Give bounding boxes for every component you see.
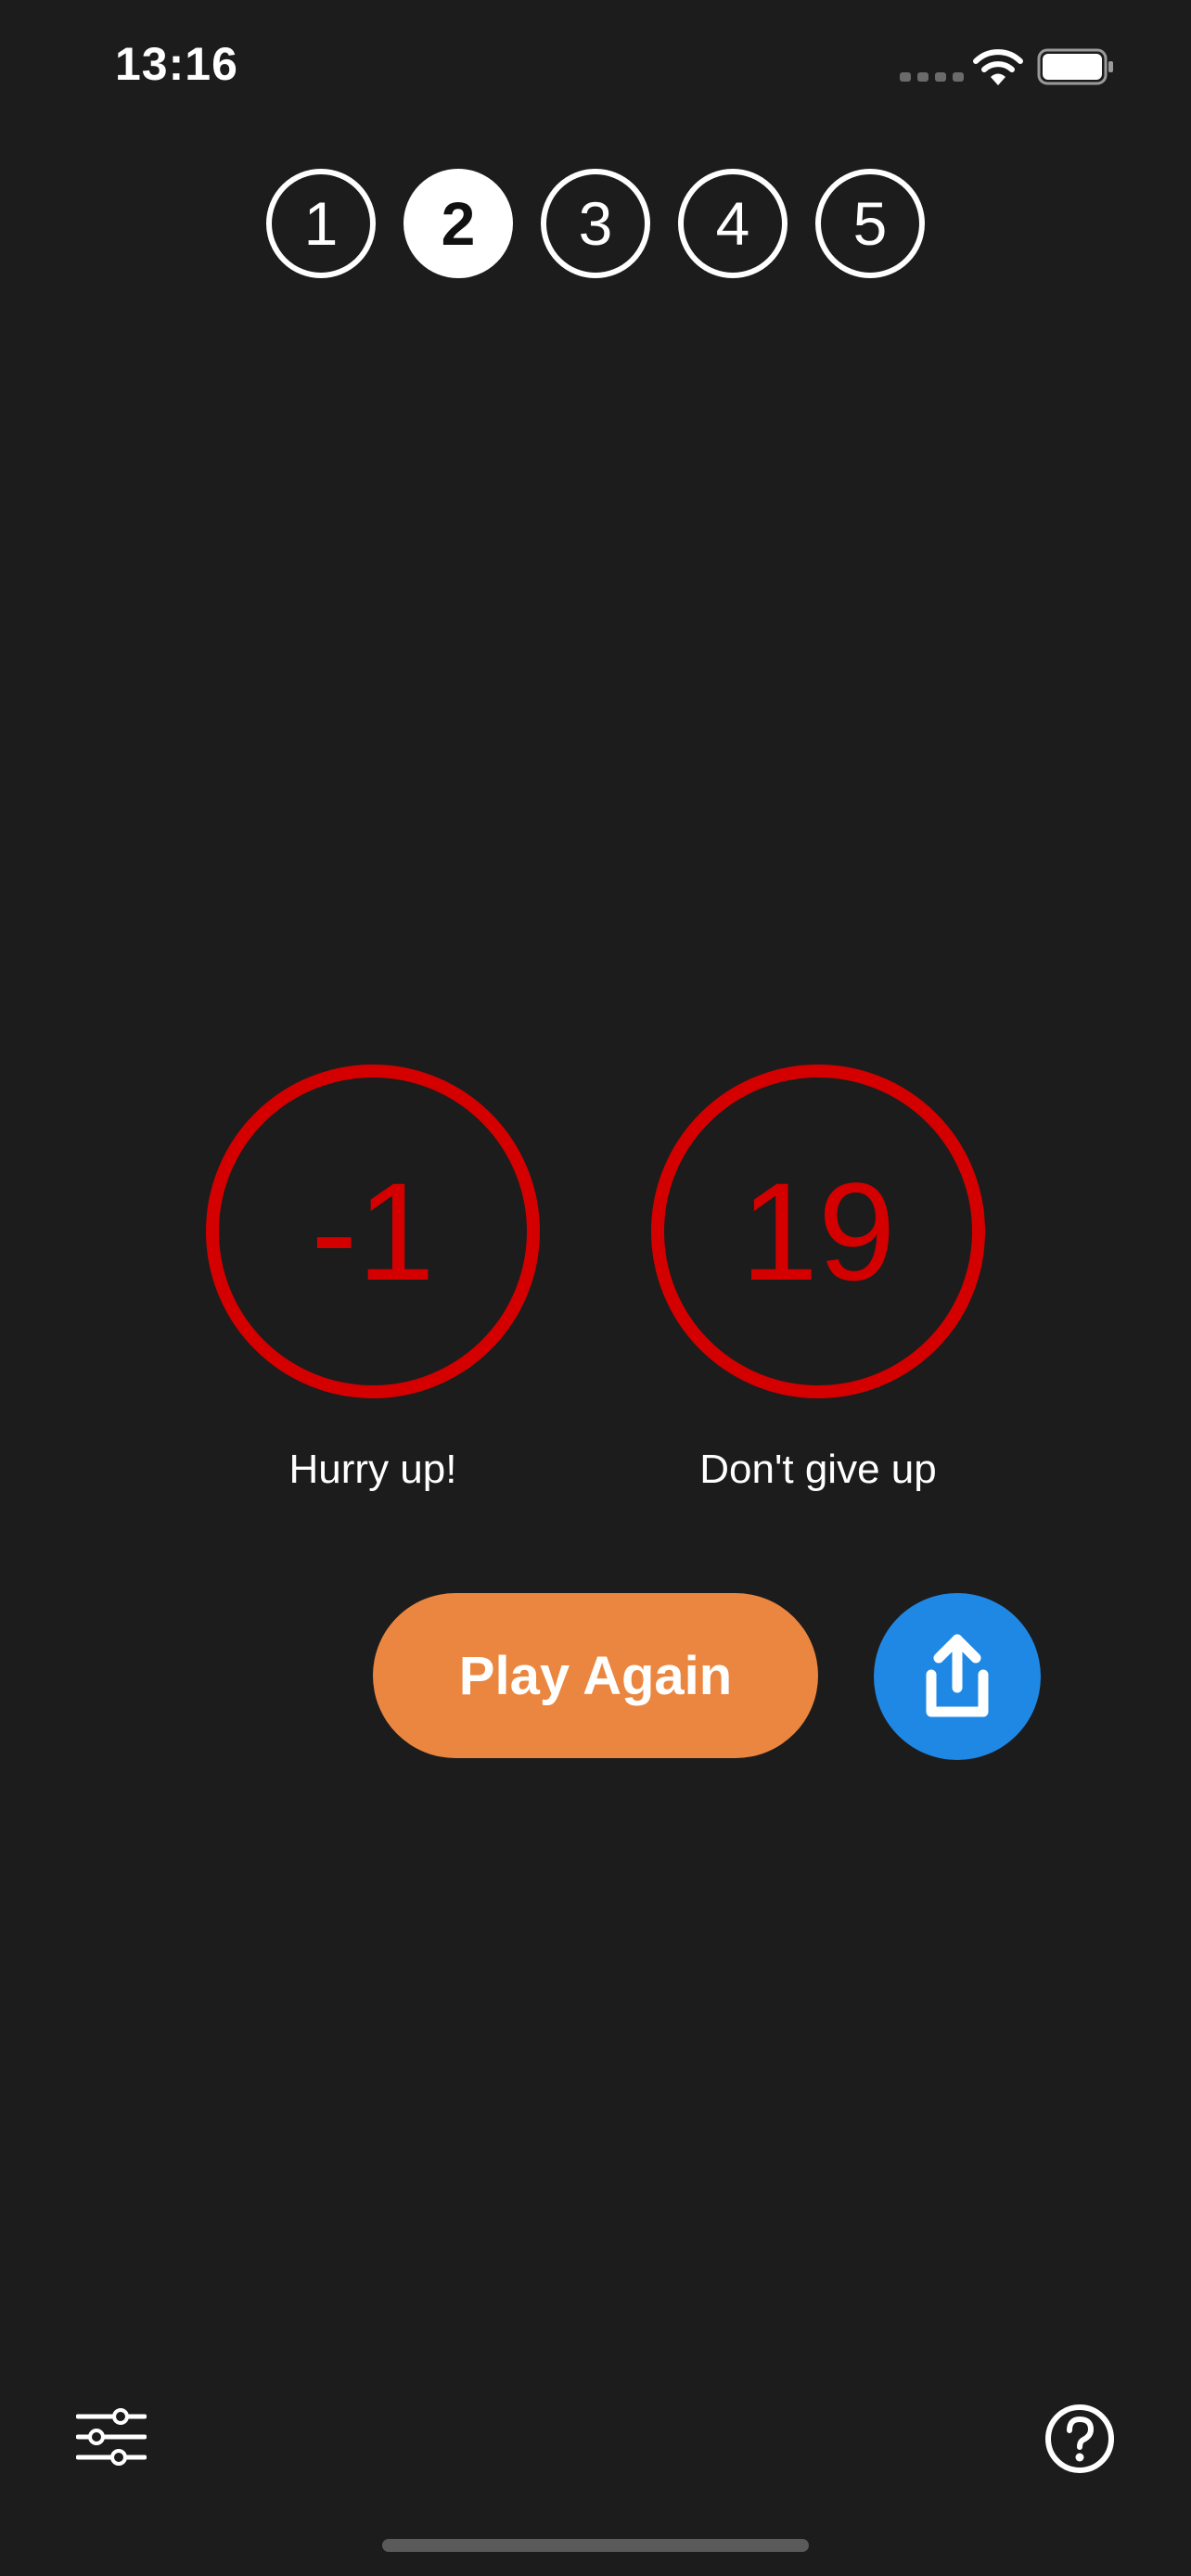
round-button-4[interactable]: 4 (678, 169, 788, 278)
sliders-icon[interactable] (76, 2407, 147, 2467)
left-score-caption: Hurry up! (288, 1447, 457, 1492)
left-score-circle: -1 (206, 1065, 540, 1398)
round-button-2[interactable]: 2 (403, 169, 513, 278)
battery-icon (1037, 48, 1113, 85)
status-time: 13:16 (115, 38, 238, 90)
question-circle-icon[interactable] (1044, 2404, 1115, 2474)
round-button-5[interactable]: 5 (815, 169, 925, 278)
round-button-1[interactable]: 1 (266, 169, 376, 278)
left-score-value: -1 (311, 1153, 435, 1309)
round-button-3[interactable]: 3 (541, 169, 650, 278)
wifi-icon (973, 49, 1023, 85)
round-selector: 1 2 3 4 5 (0, 169, 1191, 278)
home-indicator[interactable] (382, 2539, 809, 2552)
share-icon (926, 1634, 989, 1717)
play-again-button[interactable]: Play Again (373, 1593, 818, 1758)
cellular-signal-icon (900, 72, 964, 82)
play-again-label: Play Again (458, 1645, 733, 1706)
right-score-value: 19 (740, 1153, 896, 1309)
right-score-circle: 19 (651, 1065, 985, 1398)
share-button[interactable] (874, 1593, 1041, 1760)
right-score-caption: Don't give up (699, 1447, 937, 1492)
